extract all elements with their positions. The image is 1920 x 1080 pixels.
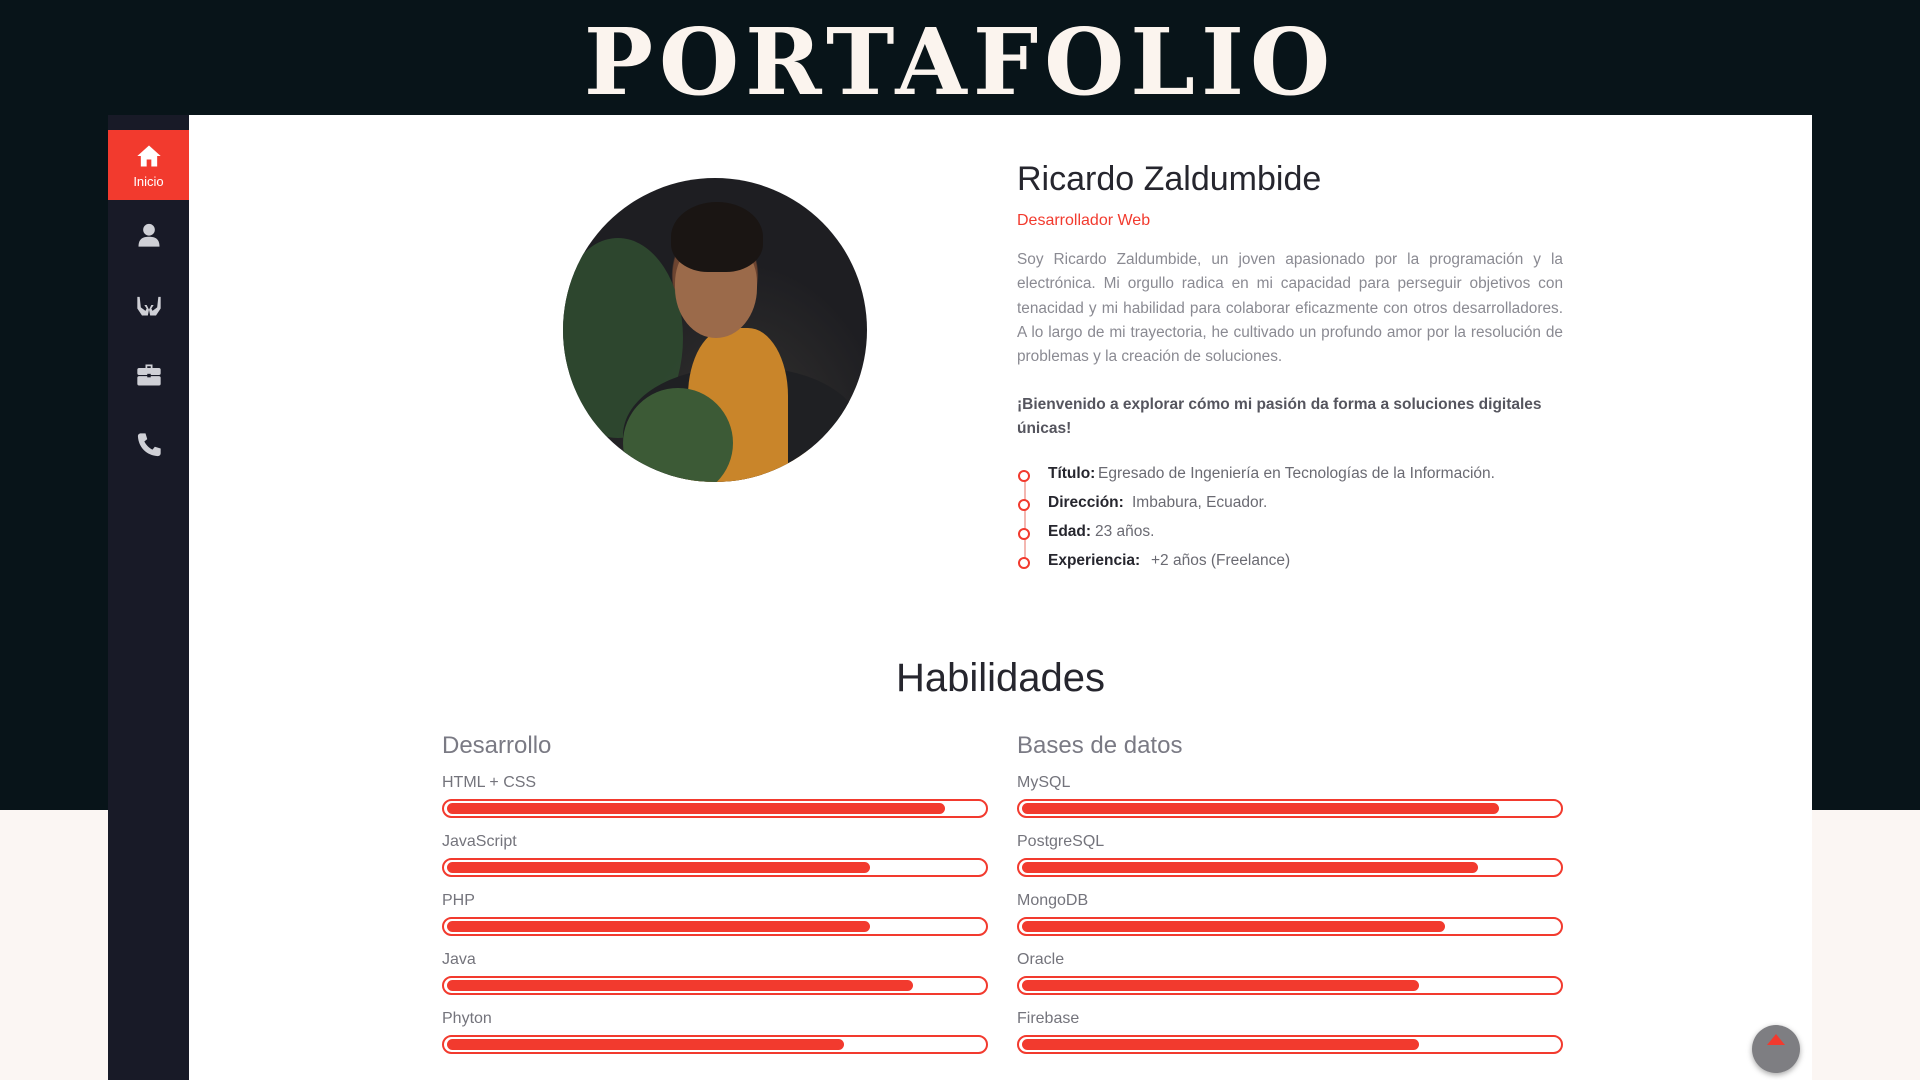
sidebar-item-services[interactable] xyxy=(108,270,189,340)
sidebar: Inicio xyxy=(108,115,189,1080)
fact-label: Título: xyxy=(1048,465,1096,482)
skill-name: Oracle xyxy=(1017,951,1065,968)
skill-bar xyxy=(1017,858,1563,877)
skill-bar-fill xyxy=(1022,803,1499,814)
skill-name: Firebase xyxy=(1017,1010,1080,1027)
bullet-icon xyxy=(1018,470,1030,482)
sidebar-item-contact[interactable] xyxy=(108,410,189,480)
skill-bar-fill xyxy=(447,1039,844,1050)
arrow-up-icon xyxy=(1767,1034,1785,1045)
profile-welcome: ¡Bienvenido a explorar cómo mi pasión da… xyxy=(1017,396,1542,437)
photo-hair xyxy=(671,202,763,272)
fact-value: Egresado de Ingeniería en Tecnologías de… xyxy=(1098,465,1495,482)
home-icon xyxy=(135,142,163,170)
fact-value: +2 años (Freelance) xyxy=(1151,552,1291,569)
skill-bar xyxy=(1017,917,1563,936)
main-content: Ricardo Zaldumbide Desarrollador Web Soy… xyxy=(189,115,1812,1080)
skill-bar xyxy=(1017,799,1563,818)
scroll-to-top-button[interactable] xyxy=(1752,1025,1800,1073)
bullet-icon xyxy=(1018,499,1030,511)
skill-bar-fill xyxy=(1022,921,1445,932)
skill-name: Java xyxy=(442,951,476,968)
skills-column-title: Bases de datos xyxy=(1017,732,1183,759)
bullet-icon xyxy=(1018,528,1030,540)
fact-value: 23 años. xyxy=(1095,523,1155,540)
skill-bar xyxy=(442,858,988,877)
skills-column-title: Desarrollo xyxy=(442,732,552,759)
skill-bar xyxy=(1017,1035,1563,1054)
hands-icon xyxy=(135,291,163,319)
fact-label: Dirección: xyxy=(1048,494,1124,511)
sidebar-item-inicio[interactable]: Inicio xyxy=(108,130,189,200)
skill-bar xyxy=(1017,976,1563,995)
skill-bar xyxy=(442,1035,988,1054)
profile-bio: Soy Ricardo Zaldumbide, un joven apasion… xyxy=(1017,251,1563,366)
skill-bar-fill xyxy=(1022,1039,1419,1050)
skill-name: MySQL xyxy=(1017,774,1071,791)
user-icon xyxy=(135,221,163,249)
fact-label: Edad: xyxy=(1048,523,1092,540)
skill-bar-fill xyxy=(1022,980,1419,991)
skills-title: Habilidades xyxy=(895,656,1106,700)
sidebar-item-portfolio[interactable] xyxy=(108,340,189,410)
site-title: PORTAFOLIO xyxy=(583,8,1337,116)
profile-photo xyxy=(563,178,867,482)
sidebar-item-label: Inicio xyxy=(133,173,164,189)
fact-label: Experiencia: xyxy=(1048,552,1141,569)
skill-name: JavaScript xyxy=(442,833,517,850)
facts-timeline xyxy=(1024,475,1026,561)
skill-bar-fill xyxy=(447,980,913,991)
skill-name: Phyton xyxy=(442,1010,492,1027)
skill-bar-fill xyxy=(447,921,870,932)
skill-bar xyxy=(442,976,988,995)
profile-name: Ricardo Zaldumbide xyxy=(1017,160,1322,198)
skill-name: PostgreSQL xyxy=(1017,833,1105,850)
fact-value: Imbabura, Ecuador. xyxy=(1132,494,1268,511)
skill-bar-fill xyxy=(447,862,870,873)
skill-bar xyxy=(442,917,988,936)
phone-icon xyxy=(135,431,163,459)
bullet-icon xyxy=(1018,557,1030,569)
profile-role: Desarrollador Web xyxy=(1017,212,1151,229)
skill-bar xyxy=(442,799,988,818)
skill-bar-fill xyxy=(447,803,945,814)
skill-name: HTML + CSS xyxy=(442,774,537,791)
skill-bar-fill xyxy=(1022,862,1478,873)
briefcase-icon xyxy=(135,361,163,389)
skill-name: MongoDB xyxy=(1017,892,1089,909)
sidebar-item-about[interactable] xyxy=(108,200,189,270)
skill-name: PHP xyxy=(442,892,475,909)
